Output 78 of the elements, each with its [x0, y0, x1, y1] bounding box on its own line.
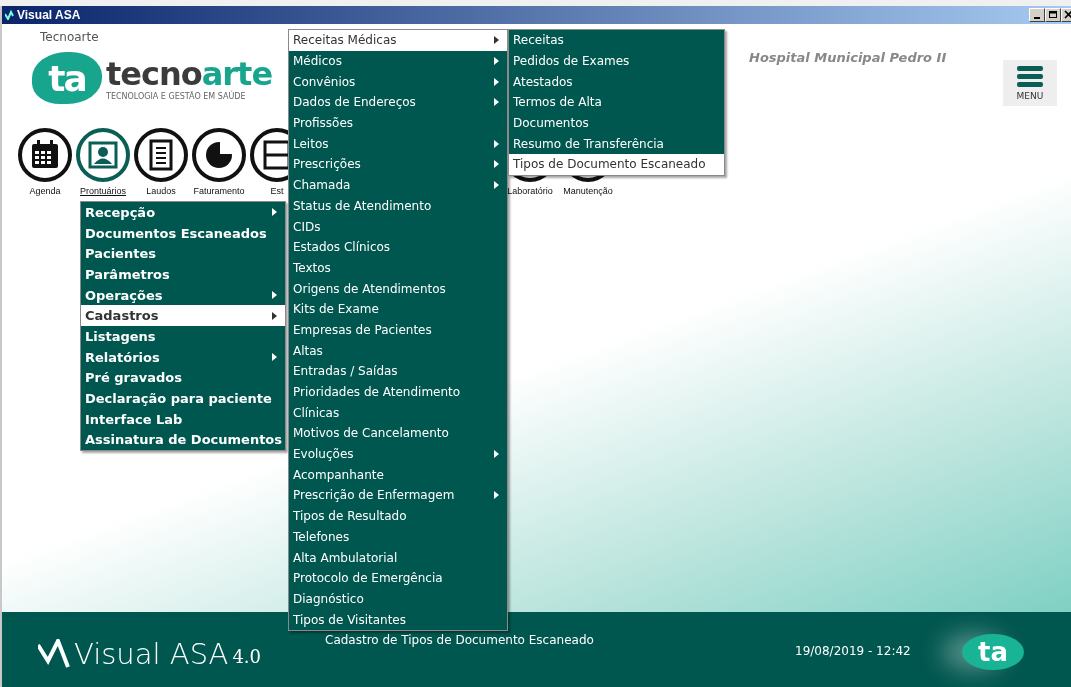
- menu-item[interactable]: Pré gravados: [81, 367, 285, 389]
- menu-item[interactable]: Termos de Alta: [509, 92, 724, 113]
- menu-item[interactable]: Cadastros: [81, 305, 285, 327]
- menu-item[interactable]: Entradas / Saídas: [289, 361, 507, 382]
- minimize-icon: [1034, 17, 1040, 19]
- menu-item[interactable]: Altas: [289, 340, 507, 361]
- menu-item[interactable]: Prescrição de Enfermagem: [289, 485, 507, 506]
- menu-item[interactable]: CIDs: [289, 216, 507, 237]
- footer-logo: ta: [962, 634, 1024, 670]
- version-number: 4.0: [232, 646, 262, 667]
- menu-item[interactable]: Pacientes: [81, 243, 285, 265]
- menu-item[interactable]: Protocolo de Emergência: [289, 567, 507, 589]
- menu-item[interactable]: Interface Lab: [81, 408, 285, 430]
- menu-item[interactable]: Telefones: [289, 526, 507, 548]
- menu-item[interactable]: Leitos: [289, 133, 507, 155]
- menu-item[interactable]: Alta Ambulatorial: [289, 547, 507, 568]
- menu-item[interactable]: Pedidos de Exames: [509, 50, 724, 72]
- menu-item[interactable]: Diagnóstico: [289, 588, 507, 610]
- maximize-button[interactable]: [1045, 8, 1061, 22]
- menu-item[interactable]: Recepção: [81, 202, 285, 223]
- brand-logo-icon: [38, 638, 70, 669]
- app-icon: [5, 10, 14, 20]
- person-icon[interactable]: [75, 127, 131, 183]
- brand-name: Visual ASA: [74, 636, 229, 671]
- menu-item[interactable]: Relatórios: [81, 346, 285, 368]
- menu-item[interactable]: Status de Atendimento: [289, 195, 507, 217]
- menu-item[interactable]: Textos: [289, 257, 507, 279]
- menu-item[interactable]: Profissões: [289, 112, 507, 134]
- menu-item[interactable]: Tipos de Documento Escaneado: [509, 154, 724, 175]
- menu-item[interactable]: Atestados: [509, 71, 724, 93]
- date-time: 19/08/2019 - 12:42: [795, 644, 911, 658]
- status-text: Cadastro de Tipos de Documento Escaneado: [325, 633, 594, 647]
- minimize-button[interactable]: [1029, 8, 1045, 22]
- pie-icon[interactable]: [191, 127, 247, 183]
- module-label[interactable]: Laboratório: [507, 186, 553, 196]
- menu-item[interactable]: Tipos de Visitantes: [289, 609, 507, 630]
- menu-item[interactable]: Assinatura de Documentos: [81, 429, 285, 451]
- logo-wordmark: tecnoarte: [106, 55, 273, 92]
- menu-item[interactable]: Resumo de Transferência: [509, 133, 724, 155]
- logo-tagline: TECNOLOGIA E GESTÃO EM SAÚDE: [106, 91, 247, 101]
- module-label[interactable]: Est: [270, 186, 284, 196]
- menu-item[interactable]: Chamada: [289, 174, 507, 196]
- menu-item[interactable]: Tipos de Resultado: [289, 505, 507, 527]
- menu-item[interactable]: Receitas Médicas: [289, 30, 507, 51]
- window-title: Visual ASA: [17, 8, 81, 22]
- company-name: Tecnoarte: [40, 30, 99, 44]
- menu-button[interactable]: MENU: [1003, 60, 1057, 106]
- menu-item[interactable]: Receitas: [509, 30, 724, 51]
- menu-item[interactable]: Empresas de Pacientes: [289, 319, 507, 341]
- menu-item[interactable]: Documentos Escaneados: [81, 222, 285, 244]
- menu-item[interactable]: Documentos: [509, 112, 724, 134]
- menu-item[interactable]: Prioridades de Atendimento: [289, 381, 507, 403]
- menu-item[interactable]: Dados de Endereços: [289, 92, 507, 113]
- menu-item[interactable]: Operações: [81, 284, 285, 306]
- module-label[interactable]: Agenda: [29, 186, 61, 196]
- menu-item[interactable]: Estados Clínicos: [289, 236, 507, 258]
- document-icon[interactable]: [133, 127, 189, 183]
- hospital-name: Hospital Municipal Pedro II: [749, 50, 947, 65]
- menu-item[interactable]: Evoluções: [289, 443, 507, 465]
- module-label[interactable]: Laudos: [146, 186, 176, 196]
- module-label[interactable]: Manutenção: [563, 186, 613, 196]
- menu-item[interactable]: Médicos: [289, 50, 507, 72]
- menu-item[interactable]: Acompanhante: [289, 464, 507, 486]
- menu-item[interactable]: Motivos de Cancelamento: [289, 423, 507, 444]
- menu-item[interactable]: Kits de Exame: [289, 298, 507, 320]
- menu-item[interactable]: Prescrições: [289, 154, 507, 175]
- logo-mark: ta: [32, 52, 102, 104]
- menu-item[interactable]: Clínicas: [289, 402, 507, 424]
- menu-item[interactable]: Convênios: [289, 71, 507, 93]
- close-icon: [1064, 10, 1071, 20]
- maximize-icon: [1048, 10, 1058, 20]
- menu-item[interactable]: Origens de Atendimentos: [289, 278, 507, 299]
- calendar-icon[interactable]: [17, 127, 73, 183]
- menu-item[interactable]: Listagens: [81, 326, 285, 347]
- module-label[interactable]: Prontuários: [80, 186, 126, 196]
- menu-item[interactable]: Parâmetros: [81, 264, 285, 285]
- module-label[interactable]: Faturamento: [193, 186, 245, 196]
- menu-item[interactable]: Declaração para paciente: [81, 388, 285, 409]
